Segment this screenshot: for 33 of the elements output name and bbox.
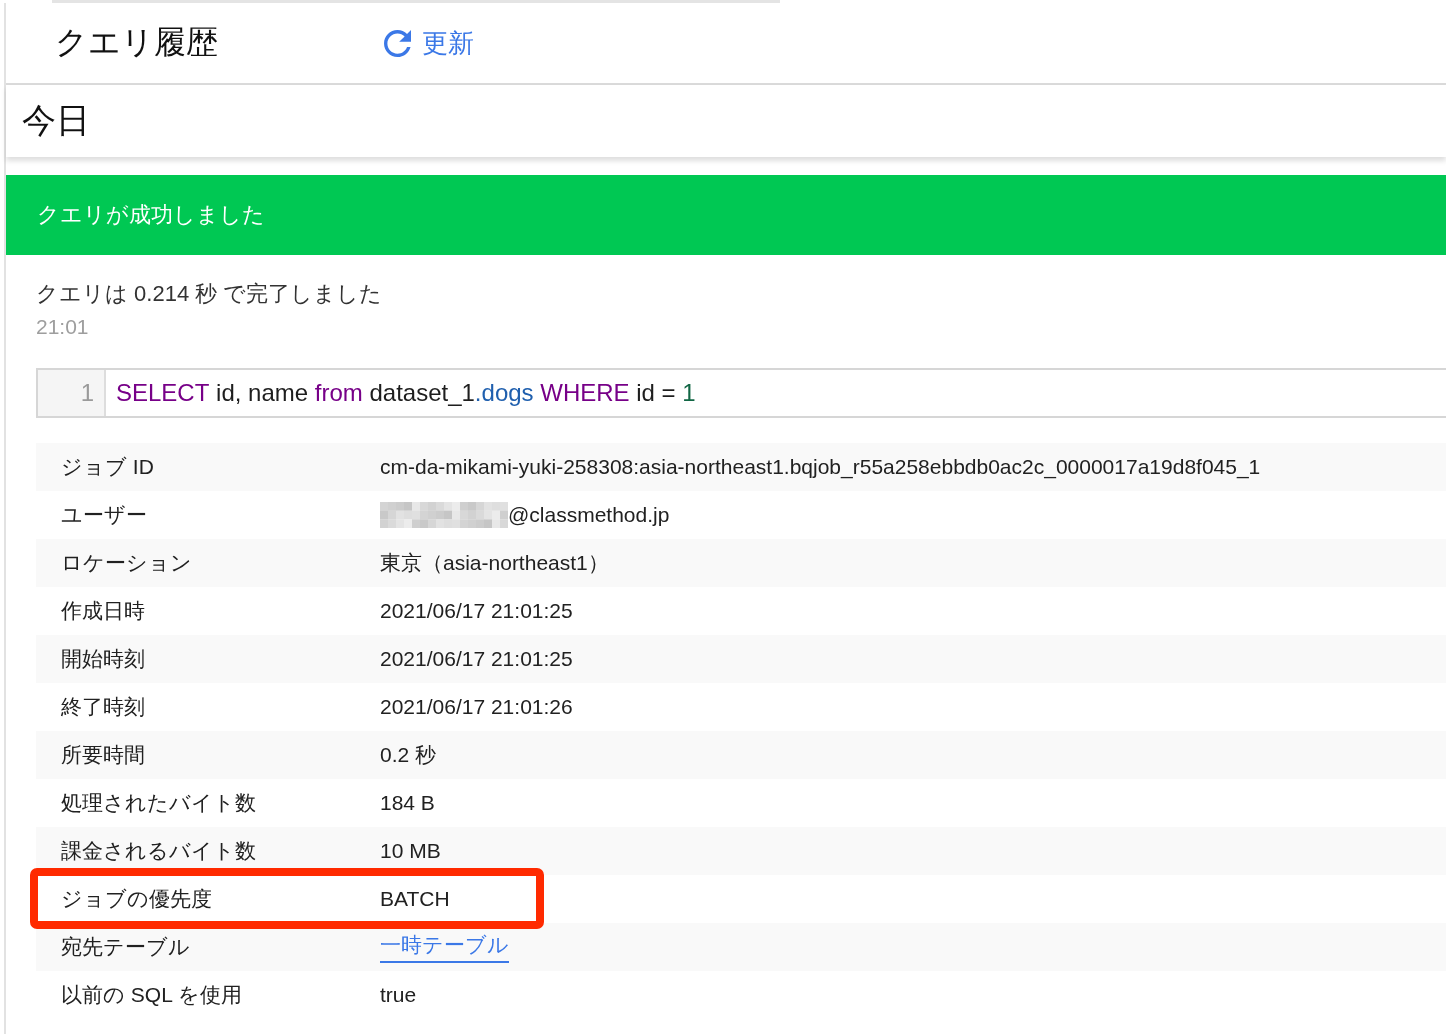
detail-value: BATCH xyxy=(380,887,450,911)
detail-label: 作成日時 xyxy=(60,598,146,624)
detail-label: ジョブ ID xyxy=(60,454,155,480)
detail-label: ジョブの優先度 xyxy=(60,886,213,912)
refresh-icon xyxy=(384,29,411,57)
page-title: クエリ履歴 xyxy=(55,23,219,62)
detail-label: 所要時間 xyxy=(60,742,146,768)
detail-label: 処理されたバイト数 xyxy=(60,790,257,816)
refresh-button[interactable]: 更新 xyxy=(384,25,474,61)
detail-value: 184 B xyxy=(380,791,435,815)
detail-value: cm-da-mikami-yuki-258308:asia-northeast1.bqjob_r55a258ebbdb0ac2c_0000017a19d8f045_1 xyxy=(380,455,1261,479)
detail-label: 宛先テーブル xyxy=(60,934,191,960)
line-number: 1 xyxy=(38,370,106,416)
detail-label: 終了時刻 xyxy=(60,694,146,720)
detail-label: 以前の SQL を使用 xyxy=(60,982,243,1008)
detail-value: 2021/06/17 21:01:26 xyxy=(380,695,573,719)
detail-label: 課金されるバイト数 xyxy=(60,838,257,864)
detail-label: ユーザー xyxy=(60,502,148,528)
code-line: SELECT id, name from dataset_1.dogs WHERE id = 1 xyxy=(115,378,697,408)
detail-value: 10 MB xyxy=(380,839,441,863)
detail-value: true xyxy=(380,983,417,1007)
detail-value: @classmethod.jp xyxy=(508,503,670,527)
query-time: 21:01 xyxy=(36,314,89,340)
day-heading: 今日 xyxy=(22,100,90,141)
destination-table-link[interactable]: 一時テーブル xyxy=(380,931,509,963)
detail-value: 2021/06/17 21:01:25 xyxy=(380,647,573,671)
detail-value: 0.2 秒 xyxy=(380,742,437,768)
detail-label: ロケーション xyxy=(60,550,193,576)
detail-label: 開始時刻 xyxy=(60,646,146,672)
detail-value: 東京（asia-northeast1） xyxy=(380,550,609,576)
completion-message: クエリは 0.214 秒 で完了しました xyxy=(36,280,383,308)
status-message: クエリが成功しました xyxy=(37,201,265,229)
detail-value: 2021/06/17 21:01:25 xyxy=(380,599,573,623)
